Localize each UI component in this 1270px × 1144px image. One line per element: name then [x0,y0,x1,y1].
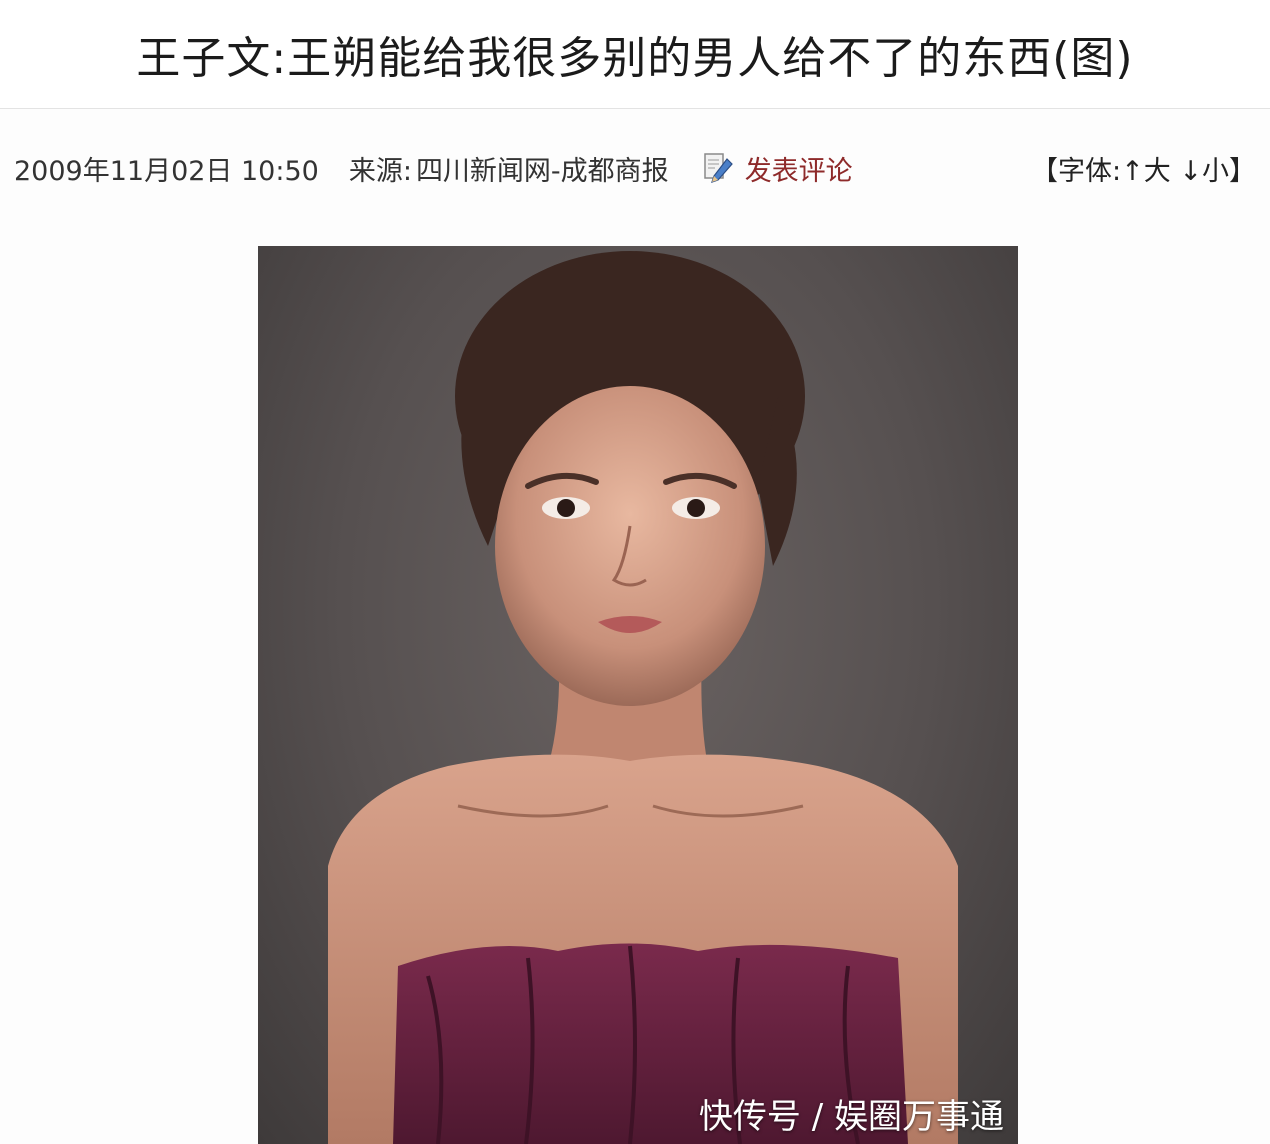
font-smaller-button[interactable]: ↓小 [1179,156,1229,187]
source-label: 来源: [348,155,412,187]
source-name: 四川新闻网-成都商报 [415,155,669,187]
post-comment-label: 发表评论 [744,155,853,187]
font-size-control: 【字体:↑大 ↓小】 [1031,149,1256,188]
article-photo: 快传号 / 娱圈万事通 [258,246,1018,1144]
article-meta: 2009年11月02日 10:50 来源: 四川新闻网-成都商报 发表评论 【字… [14,140,1256,196]
headline-bar: 王子文:王朔能给我很多别的男人给不了的东西(图) [0,0,1270,109]
post-comment-link[interactable]: 发表评论 [701,149,853,188]
portrait-photo [328,251,958,1144]
article-page: 王子文:王朔能给我很多别的男人给不了的东西(图) 2009年11月02日 10:… [0,0,1270,1144]
font-size-close: 】 [1229,155,1256,187]
font-larger-button[interactable]: ↑大 [1121,156,1171,187]
article-title: 王子文:王朔能给我很多别的男人给不了的东西(图) [136,33,1134,84]
watermark: 快传号 / 娱圈万事通 [698,1097,1004,1137]
font-size-open: 【字体: [1031,155,1122,187]
pencil-icon [701,151,735,185]
publish-date: 2009年11月02日 10:50 [14,155,319,187]
